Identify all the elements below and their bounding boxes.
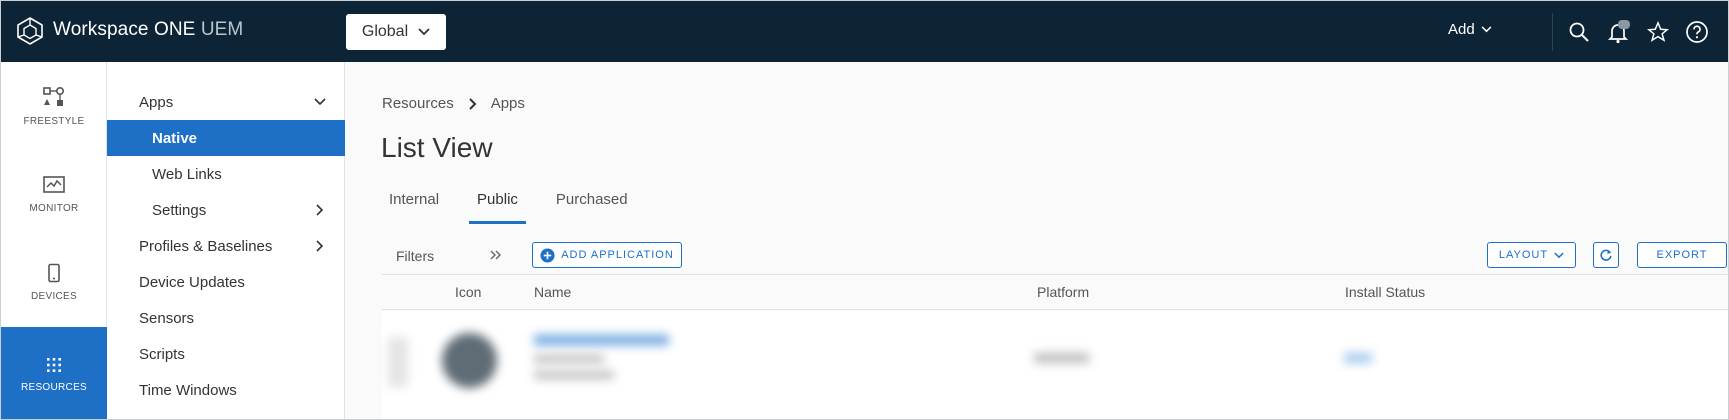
app-icon-blurred [442,333,497,388]
rail-item-devices[interactable]: DEVICES [1,238,107,326]
subnav-item-native[interactable]: Native [107,120,345,156]
double-chevron-right-icon[interactable] [487,246,505,264]
filters-label[interactable]: Filters [396,248,434,264]
export-button[interactable]: EXPORT [1637,242,1727,268]
page-title: List View [381,132,493,163]
chevron-down-icon [1481,26,1492,33]
top-bar-divider [1552,13,1553,51]
app-detail-blurred [534,355,604,363]
app-window: Workspace ONE UEM Global Add FREESTYLE M… [0,0,1729,420]
subnav-item-sensors[interactable]: Sensors [107,300,345,336]
secondary-nav: Apps Native Web Links Settings Profiles … [107,62,345,419]
subnav-item-scripts[interactable]: Scripts [107,336,345,372]
tab-internal[interactable]: Internal [381,180,447,224]
column-header-icon[interactable]: Icon [455,284,481,300]
device-icon [48,263,60,282]
primary-nav-rail: FREESTYLE MONITOR DEVICES RESOURCES [1,62,107,419]
rail-item-resources[interactable]: RESOURCES [1,327,107,419]
subnav-item-time-windows[interactable]: Time Windows [107,372,345,408]
rail-item-freestyle[interactable]: FREESTYLE [1,62,107,150]
platform-blurred [1034,353,1089,363]
chevron-right-icon [316,204,324,216]
favorites-star-icon[interactable] [1645,19,1671,45]
org-group-selector[interactable]: Global [346,14,446,50]
search-icon[interactable] [1566,19,1592,45]
refresh-icon [1600,249,1612,261]
add-circle-icon [540,247,555,263]
add-application-button[interactable]: ADD APPLICATION [532,242,682,268]
rail-item-monitor[interactable]: MONITOR [1,150,107,238]
subnav-item-web-links[interactable]: Web Links [107,156,345,192]
refresh-button[interactable] [1593,242,1619,268]
subnav-item-device-updates[interactable]: Device Updates [107,264,345,300]
breadcrumb-resources[interactable]: Resources [382,95,454,112]
app-name-blurred[interactable] [534,335,669,345]
column-header-name[interactable]: Name [534,284,571,300]
layout-button[interactable]: LAYOUT [1487,242,1576,268]
tab-purchased[interactable]: Purchased [548,180,636,224]
chevron-down-icon [314,98,326,106]
chevron-down-icon [1554,251,1564,258]
tab-bar: Internal Public Purchased [381,180,658,224]
subnav-item-profiles-baselines[interactable]: Profiles & Baselines [107,228,345,264]
add-menu-button[interactable]: Add [1448,21,1492,38]
column-header-install-status[interactable]: Install Status [1345,284,1425,300]
brand-title: Workspace ONE UEM [53,19,244,40]
breadcrumb-apps: Apps [490,95,525,112]
freestyle-icon [43,86,65,106]
notifications-bell-icon[interactable] [1605,19,1631,45]
workspace-one-logo-icon [17,17,43,45]
resources-grid-icon [47,357,61,372]
subnav-item-settings[interactable]: Settings [107,192,345,228]
main-content: Resources Apps List View Internal Public… [345,62,1728,419]
chevron-down-icon [418,28,430,36]
chevron-right-icon [316,240,324,252]
install-status-blurred[interactable] [1344,353,1372,363]
grid-header: Icon Name Platform Install Status [382,274,1728,310]
app-detail-blurred [534,371,614,379]
help-icon[interactable] [1684,19,1710,45]
column-header-platform[interactable]: Platform [1037,284,1089,300]
subnav-item-apps[interactable]: Apps [107,84,345,120]
chevron-right-icon [468,97,477,110]
table-row[interactable] [382,311,1728,419]
monitor-icon [43,175,65,193]
top-bar: Workspace ONE UEM Global Add [1,1,1728,62]
row-checkbox-blurred[interactable] [388,337,408,387]
tab-public[interactable]: Public [469,180,526,224]
breadcrumb: Resources Apps [382,95,525,112]
